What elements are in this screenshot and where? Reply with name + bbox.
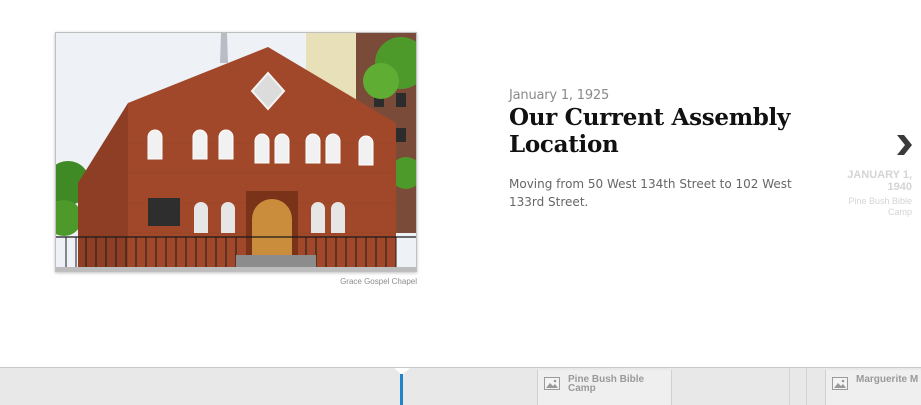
timeline-divider [806, 368, 807, 405]
timeline-viewer: Grace Gospel Chapel January 1, 1925 Our … [0, 0, 921, 405]
slide-photo [55, 32, 417, 272]
chevron-right-icon [897, 135, 912, 155]
timeline-divider [789, 368, 790, 405]
timeline-item-label-line2: Camp [568, 383, 596, 394]
timeline-item-label: Marguerite M [856, 374, 919, 385]
next-slide-date-line2: 1940 [887, 181, 912, 193]
image-icon [544, 377, 560, 390]
next-slide-title-line1: Pine Bush Bible [848, 196, 912, 206]
slide-date: January 1, 1925 [509, 88, 610, 103]
chapel-photo-illustration [56, 33, 416, 271]
image-icon [832, 377, 848, 390]
next-slide-title-line2: Camp [887, 207, 912, 217]
timeline-current-marker[interactable] [400, 374, 403, 405]
timeline-nav[interactable]: Pine Bush Bible Camp Marguerite M [0, 367, 921, 405]
slide-title-line2: Location [509, 131, 619, 158]
timeline-item-pine-bush-bible-camp[interactable]: Pine Bush Bible Camp [537, 370, 672, 405]
slide-description: Moving from 50 West 134th Street to 102 … [509, 177, 792, 209]
slide-title: Our Current Assembly Location [509, 104, 829, 158]
photo-credit: Grace Gospel Chapel [340, 277, 417, 286]
timeline-item-label-line1: Marguerite M [856, 374, 919, 385]
slide-title-line1: Our Current Assembly [509, 104, 791, 131]
next-slide-date-line1: JANUARY 1, [847, 169, 912, 181]
timeline-item-marguerite[interactable]: Marguerite M [825, 370, 921, 405]
timeline-band [0, 368, 921, 405]
next-slide-title[interactable]: Pine Bush Bible Camp [821, 196, 912, 218]
timeline-item-label: Pine Bush Bible Camp [568, 375, 644, 394]
next-slide-date[interactable]: JANUARY 1, 1940 [821, 169, 912, 193]
next-slide-button[interactable] [893, 132, 915, 158]
